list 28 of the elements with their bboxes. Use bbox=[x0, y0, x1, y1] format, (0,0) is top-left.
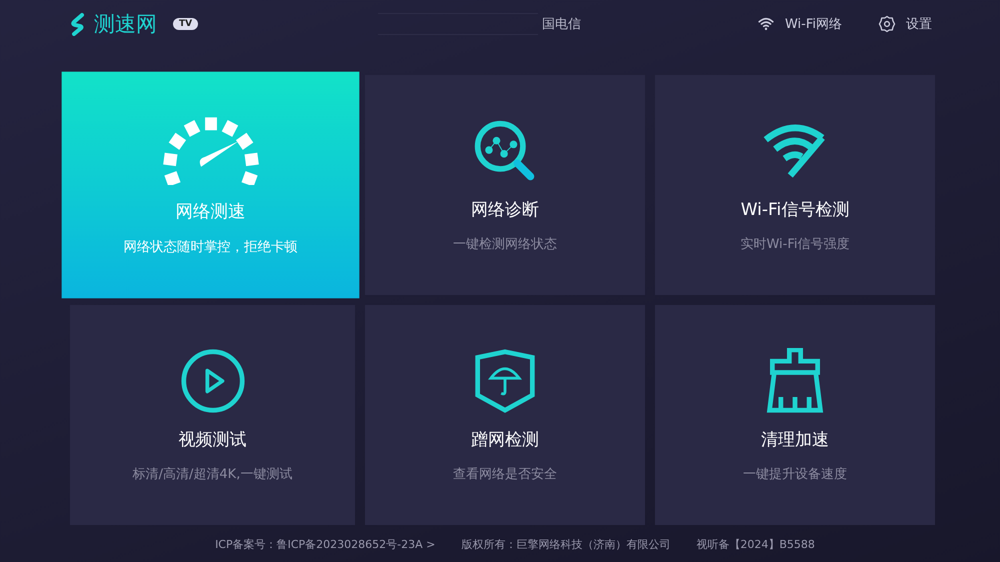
tv-badge: TV bbox=[173, 18, 198, 30]
footer-text: ICP备案号：鲁ICP备2023028652号-23A > bbox=[215, 537, 436, 552]
tile-subtitle: 网络状态随时掌控，拒绝卡顿 bbox=[123, 238, 298, 256]
tile-title: 网络测速 bbox=[175, 200, 246, 223]
feature-tile[interactable]: 网络诊断 一键检测网络状态 bbox=[365, 75, 645, 295]
tile-subtitle: 标清/高清/超清4K,一键测试 bbox=[132, 466, 292, 482]
wifi-network-button[interactable]: Wi-Fi网络 bbox=[756, 15, 842, 33]
feature-tile[interactable]: 蹭网检测 查看网络是否安全 bbox=[365, 305, 645, 525]
settings-button[interactable]: 设置 bbox=[878, 15, 932, 33]
tile-title: Wi-Fi信号检测 bbox=[740, 198, 850, 220]
tile-title: 网络诊断 bbox=[471, 198, 539, 220]
footer-text: 视听备【2024】B5588 bbox=[696, 537, 815, 552]
tile-subtitle: 实时Wi-Fi信号强度 bbox=[740, 236, 850, 252]
wifi-icon bbox=[756, 15, 775, 33]
tile-subtitle: 一键提升设备速度 bbox=[743, 466, 847, 482]
feature-tile[interactable]: Wi-Fi信号检测 实时Wi-Fi信号强度 bbox=[655, 75, 935, 295]
settings-icon bbox=[878, 15, 896, 33]
tile-title: 蹭网检测 bbox=[471, 428, 539, 450]
carrier-label: 国电信 bbox=[542, 16, 582, 33]
footer-text: 版权所有：巨擎网络科技（济南）有限公司 bbox=[461, 537, 670, 552]
feature-tile[interactable]: 视频测试 标清/高清/超清4K,一键测试 bbox=[70, 305, 355, 525]
tile-subtitle: 一键检测网络状态 bbox=[453, 236, 557, 252]
tile-subtitle: 查看网络是否安全 bbox=[453, 466, 557, 482]
logo-text: 测速网 bbox=[94, 11, 157, 38]
tile-title: 清理加速 bbox=[761, 428, 829, 450]
feature-tile[interactable]: 清理加速 一键提升设备速度 bbox=[655, 305, 935, 525]
tile-title: 视频测试 bbox=[178, 428, 246, 450]
play-icon bbox=[180, 348, 246, 414]
